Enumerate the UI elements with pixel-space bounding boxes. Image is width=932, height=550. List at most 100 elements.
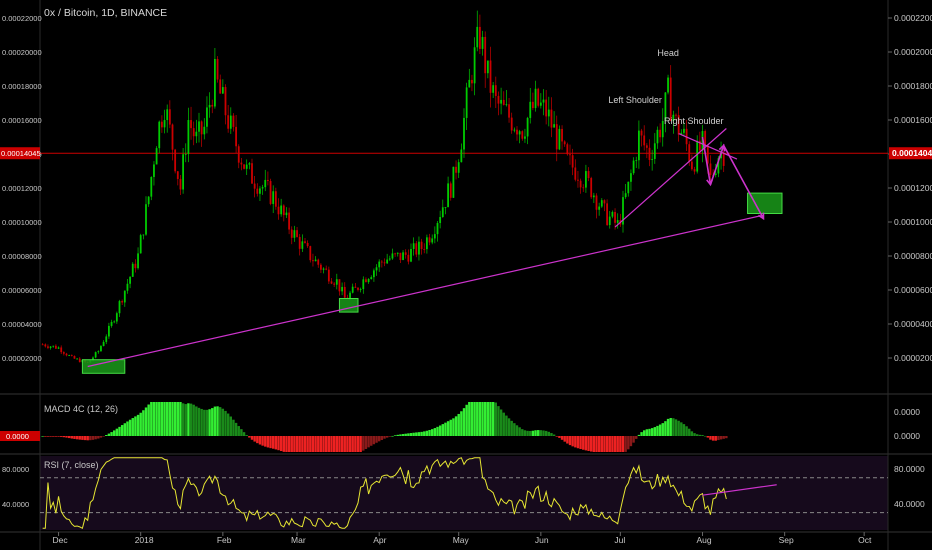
macd-histogram-bar — [637, 434, 641, 436]
macd-histogram-bar — [619, 436, 622, 452]
candle-body — [102, 341, 105, 347]
candle-body — [78, 358, 81, 363]
candle-body — [47, 346, 49, 348]
candle-body — [508, 104, 510, 118]
candle-body — [94, 352, 97, 358]
price-tick-label-right: 0.00020000 — [894, 47, 932, 57]
macd-histogram-bar — [348, 436, 352, 452]
candle-body — [312, 260, 314, 262]
candle-body — [200, 121, 203, 135]
candle-body — [267, 179, 269, 182]
rsi-background — [40, 456, 888, 530]
x-tick-label: Aug — [697, 535, 712, 545]
candle-body — [359, 288, 362, 290]
macd-histogram-bar — [325, 436, 328, 452]
macd-histogram-bar — [343, 436, 346, 452]
macd-histogram-bar — [269, 436, 272, 449]
macd-histogram-bar — [211, 408, 214, 436]
rsi-title: RSI (7, close) — [44, 460, 99, 470]
candle-body — [624, 193, 627, 198]
macd-histogram-bar — [431, 429, 434, 436]
macd-histogram-bar — [486, 402, 490, 436]
candle-body — [280, 205, 283, 215]
candle-body — [60, 347, 63, 353]
macd-histogram-bar — [176, 402, 179, 436]
candle-body — [97, 351, 100, 353]
candle-body — [190, 120, 192, 129]
candle-body — [317, 259, 320, 265]
macd-histogram-bar — [587, 436, 590, 452]
macd-histogram-bar — [600, 436, 603, 452]
macd-histogram-bar — [491, 402, 495, 436]
macd-histogram-bar — [470, 402, 474, 436]
macd-histogram-bar — [507, 418, 511, 436]
macd-histogram-bar — [391, 435, 394, 437]
candle-body — [373, 270, 375, 278]
macd-histogram-bar — [303, 436, 307, 452]
macd-histogram-bar — [719, 436, 723, 440]
macd-histogram-bar — [462, 408, 466, 436]
macd-histogram-bar — [627, 436, 630, 450]
price-tick-label-right: 0.00006000 — [894, 285, 932, 295]
candle-body — [571, 155, 574, 168]
candle-body — [410, 248, 412, 262]
price-tick-label-left: 0.00020000 — [2, 48, 42, 57]
macd-histogram-bar — [46, 436, 50, 437]
rsi-tick-label: 80.0000 — [894, 464, 925, 474]
price-tick-label-right: 0.00004000 — [894, 319, 932, 329]
candle-body — [349, 292, 351, 299]
candle-body — [502, 99, 505, 105]
macd-histogram-bar — [412, 432, 415, 436]
price-tick-label-left: 0.00022000 — [2, 14, 42, 23]
macd-histogram-bar — [555, 436, 558, 437]
macd-histogram-bar — [179, 402, 182, 436]
candle-body — [449, 183, 452, 198]
macd-histogram-bar — [250, 436, 254, 440]
macd-histogram-bar — [597, 436, 601, 452]
price-tick-label-right: 0.00002000 — [894, 353, 932, 363]
trading-chart: 0.00022000 0.00022000 0.00020000 0.00020000… — [0, 0, 932, 550]
price-tick-label-right: 0.00022000 — [894, 13, 932, 23]
candle-body — [492, 85, 495, 93]
candle-body — [380, 261, 383, 263]
candle-body — [288, 212, 290, 230]
macd-histogram-bar — [173, 402, 177, 436]
candle-body — [614, 211, 616, 223]
macd-histogram-bar — [703, 435, 707, 437]
macd-histogram-bar — [579, 436, 582, 450]
candle-body — [161, 121, 163, 128]
candle-body — [49, 346, 52, 348]
candle-body — [274, 191, 277, 207]
candle-body — [479, 26, 481, 49]
macd-histogram-bar — [89, 436, 92, 441]
macd-histogram-bar — [563, 436, 566, 442]
candle-body — [696, 140, 699, 172]
macd-histogram-bar — [372, 436, 376, 445]
candle-body — [118, 301, 121, 314]
macd-histogram-bar — [128, 419, 132, 436]
candle-body — [155, 148, 158, 165]
candle-body — [139, 235, 142, 254]
candle-body — [309, 246, 312, 261]
candle-body — [224, 87, 227, 116]
macd-histogram-bar — [57, 436, 60, 437]
candle-body — [656, 129, 659, 144]
candle-body — [261, 187, 264, 189]
candle-body — [168, 109, 171, 125]
candle-body — [41, 344, 44, 346]
candle-body — [375, 267, 378, 271]
macd-histogram-bar — [375, 436, 378, 443]
candle-body — [555, 124, 558, 150]
macd-histogram-bar — [277, 436, 280, 451]
candle-body — [439, 217, 442, 224]
candle-body — [460, 149, 463, 163]
macd-histogram-bar — [105, 435, 108, 436]
candle-body — [115, 313, 118, 322]
candle-body — [131, 263, 134, 277]
candle-body — [532, 101, 534, 109]
macd-title: MACD 4C (12, 26) — [44, 404, 118, 414]
macd-histogram-bar — [473, 402, 476, 436]
price-tick-label-left: 0.00010000 — [2, 218, 42, 227]
candle-body — [722, 152, 725, 166]
price-tick-label-right: 0.00018000 — [894, 81, 932, 91]
